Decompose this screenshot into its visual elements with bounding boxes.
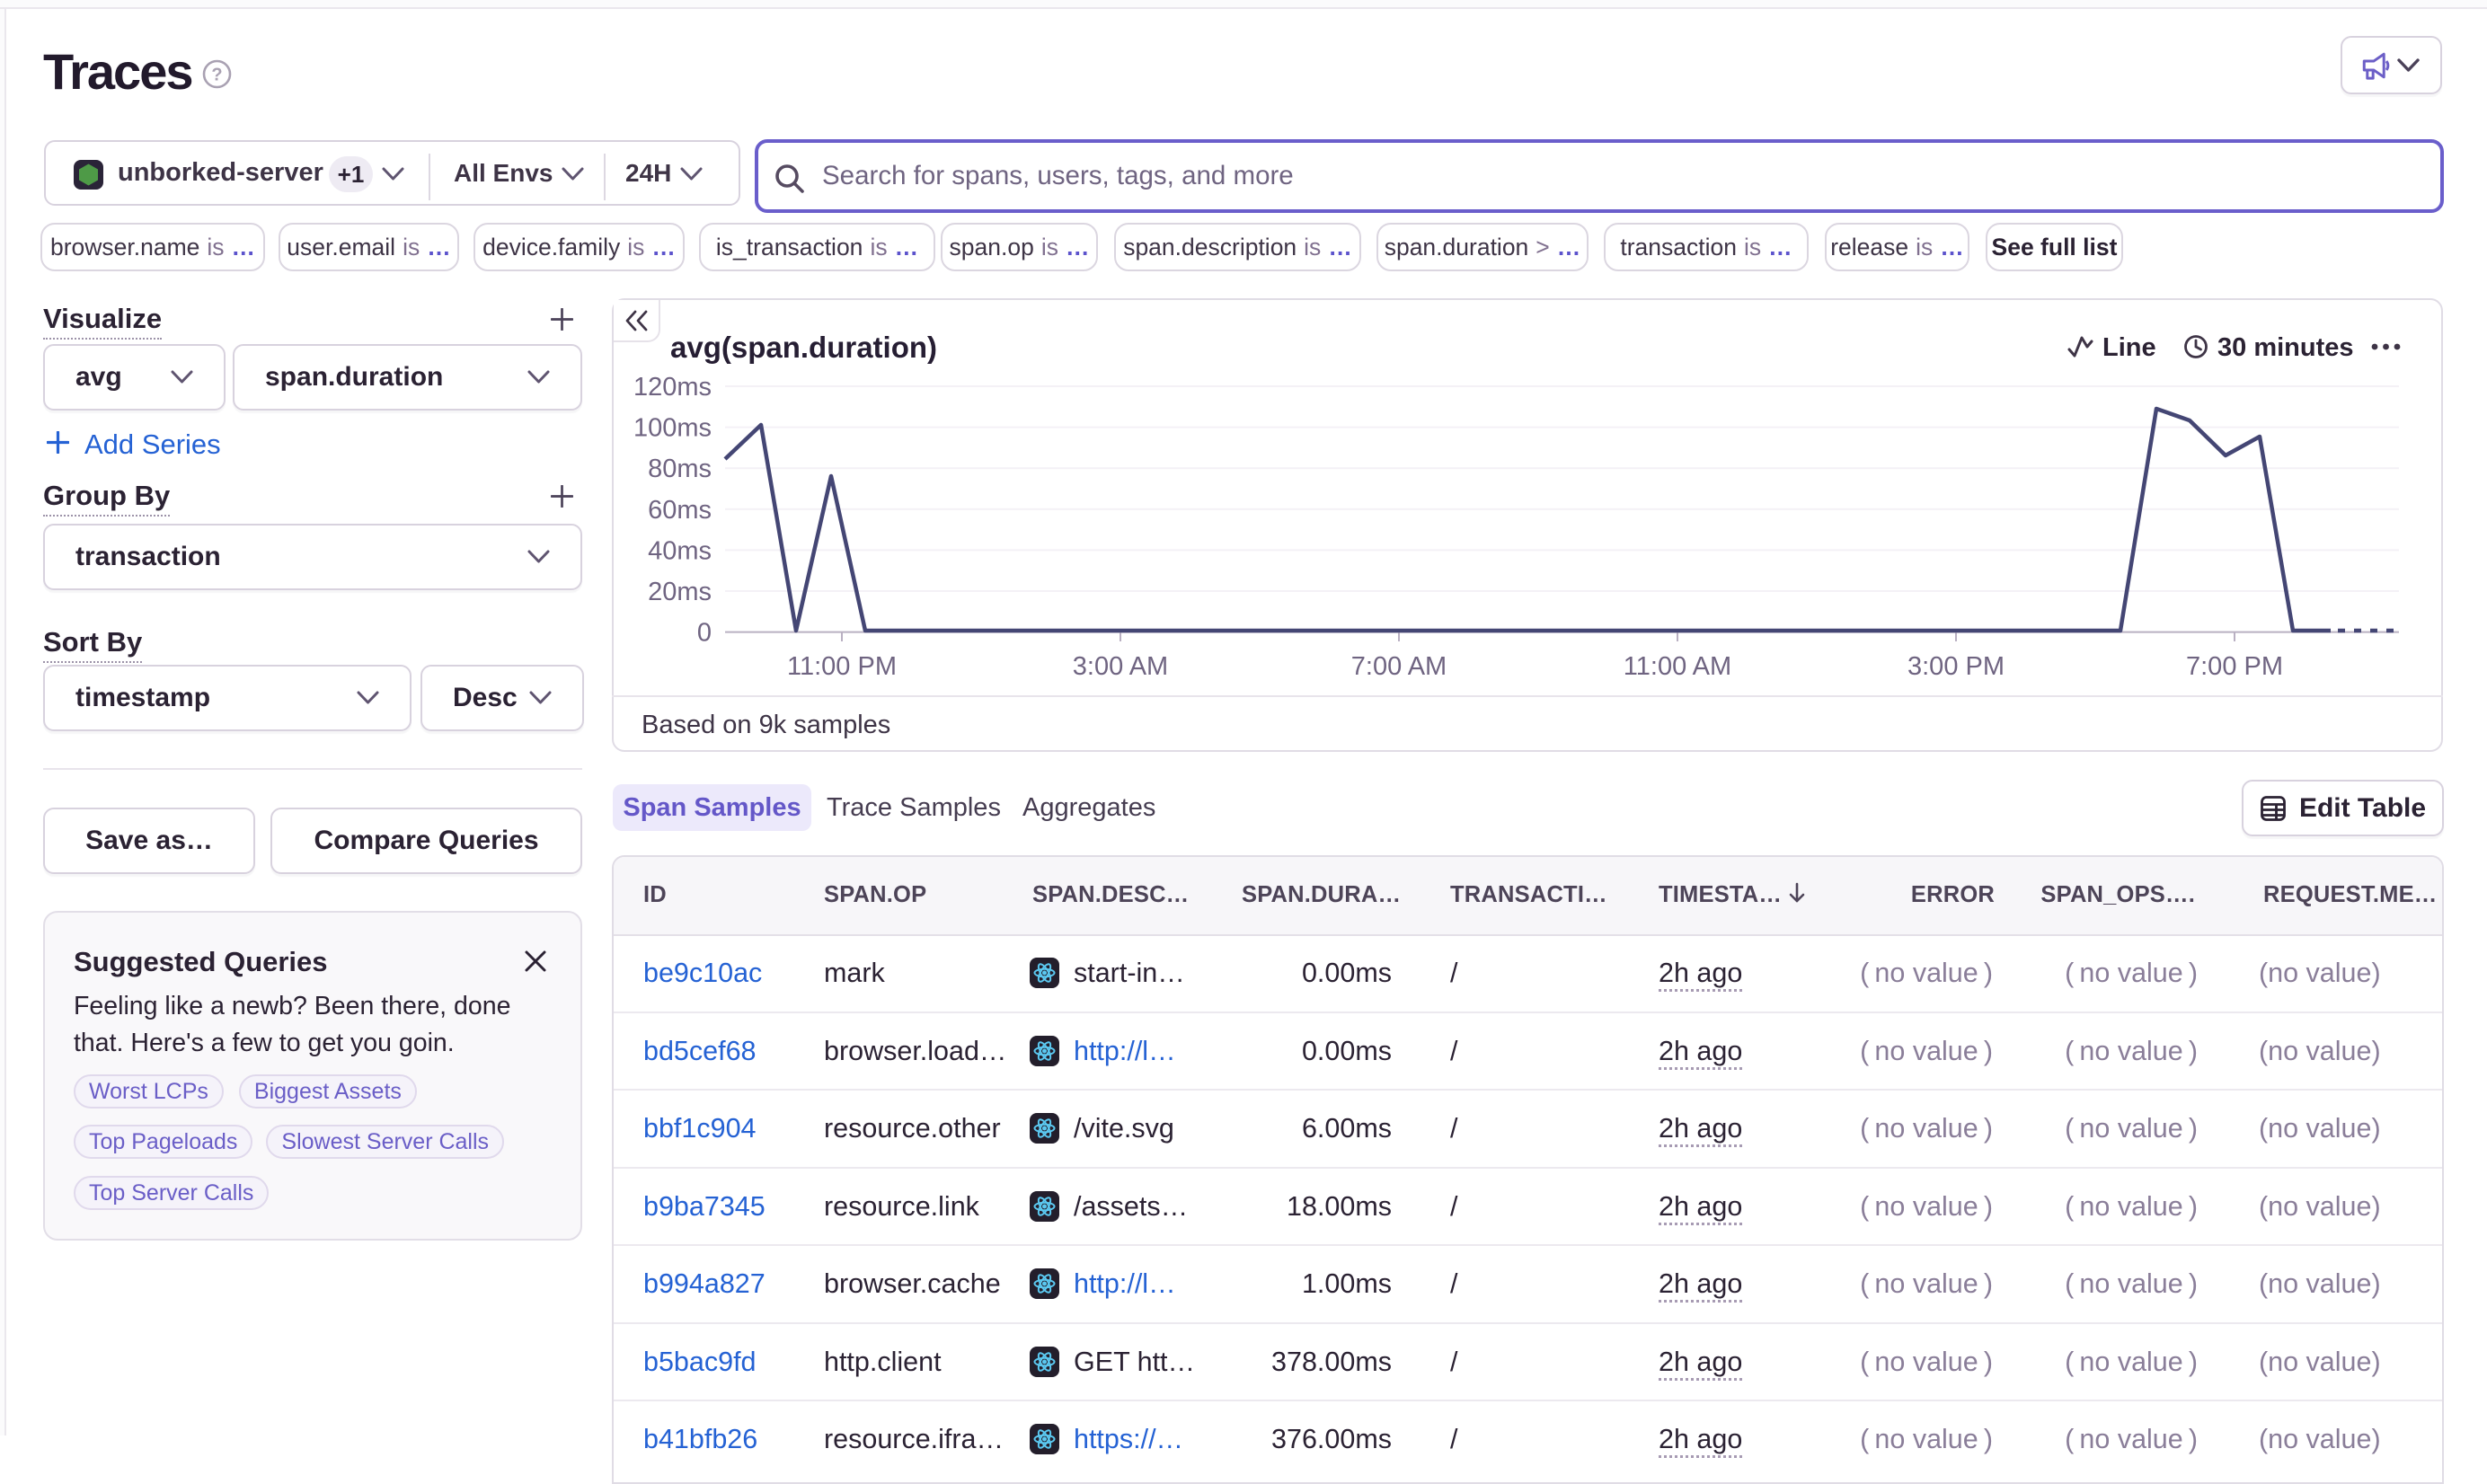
svg-text:80ms: 80ms [648, 455, 712, 483]
svg-text:20ms: 20ms [648, 578, 712, 606]
svg-text:Based on 9k samples: Based on 9k samples [642, 711, 890, 739]
svg-text:?: ? [211, 66, 222, 85]
svg-text:11:00 PM: 11:00 PM [787, 652, 897, 681]
svg-text:Line: Line [2102, 333, 2156, 362]
svg-text:7:00 PM: 7:00 PM [2186, 652, 2283, 681]
svg-text:7:00 AM: 7:00 AM [1351, 652, 1447, 681]
svg-text:60ms: 60ms [648, 496, 712, 525]
svg-text:avg(span.duration): avg(span.duration) [670, 331, 937, 364]
svg-text:3:00 AM: 3:00 AM [1073, 652, 1168, 681]
svg-text:3:00 PM: 3:00 PM [1907, 652, 2005, 681]
svg-text:11:00 AM: 11:00 AM [1624, 652, 1731, 681]
svg-text:100ms: 100ms [633, 414, 712, 443]
svg-text:30 minutes: 30 minutes [2217, 333, 2354, 362]
svg-text:0: 0 [697, 619, 712, 648]
svg-text:40ms: 40ms [648, 536, 712, 565]
svg-text:120ms: 120ms [633, 373, 712, 402]
